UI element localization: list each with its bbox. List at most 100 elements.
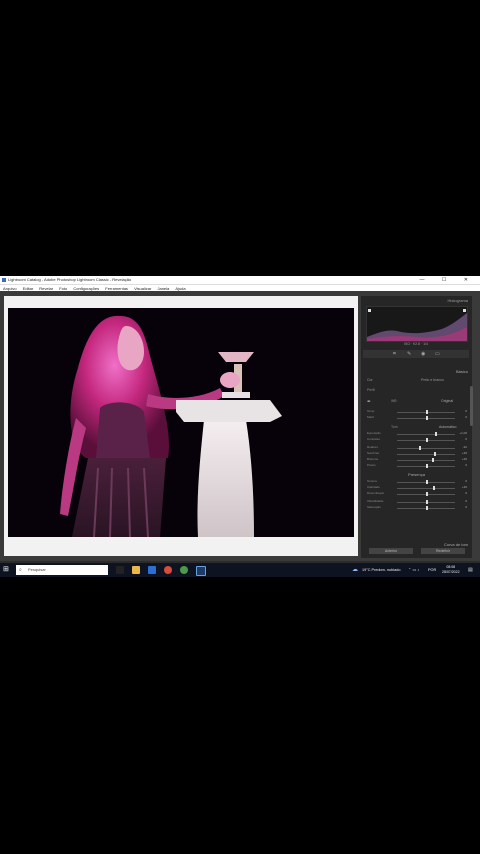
window-controls[interactable]: — ☐ ✕ xyxy=(420,276,476,284)
system-tray-icons[interactable]: ⌃ ▭ ♪ xyxy=(408,563,419,577)
slider-label: Desembaçar xyxy=(367,491,385,495)
slider-knob[interactable] xyxy=(426,438,428,442)
tool-strip[interactable]: ⌗ ✎ ◉ ▭ xyxy=(363,350,469,358)
treatment-color[interactable]: Cor xyxy=(367,378,373,382)
slider-knob[interactable] xyxy=(426,506,428,510)
panel-scrollbar[interactable] xyxy=(470,386,473,426)
slider-label: Brancos xyxy=(367,457,379,461)
treatment-bw[interactable]: Preto e branco xyxy=(421,378,444,382)
slider-knob[interactable] xyxy=(434,452,436,456)
slider-value[interactable]: +30 xyxy=(462,485,467,489)
crop-icon[interactable]: ⌗ xyxy=(393,351,396,357)
mail-icon[interactable] xyxy=(148,566,156,574)
slider-knob[interactable] xyxy=(435,432,437,436)
slider-value[interactable]: 0 xyxy=(465,415,467,419)
slider-row[interactable]: Vibratilidade 0 xyxy=(367,499,467,504)
window-title: Lightroom Catalog - Adobe Photoshop Ligh… xyxy=(8,277,132,282)
tone-curve-section-title[interactable]: Curva de tom xyxy=(361,542,472,547)
slider-value[interactable]: 0 xyxy=(465,437,467,441)
slider-knob[interactable] xyxy=(426,410,428,414)
slider-knob[interactable] xyxy=(426,416,428,420)
video-frame: { "window": { "title": "Lightroom Catalo… xyxy=(0,0,480,854)
slider-label: Saturação xyxy=(367,505,381,509)
profile-label: Perfil xyxy=(367,388,375,392)
presence-label: Presença xyxy=(408,472,425,477)
slider-value[interactable]: 0 xyxy=(465,479,467,483)
slider-knob[interactable] xyxy=(426,480,428,484)
slider-row[interactable]: Temp 0 xyxy=(367,409,467,414)
slider-row[interactable]: Saturação 0 xyxy=(367,505,467,510)
previous-button-label: Anterior xyxy=(384,549,398,553)
slider-knob[interactable] xyxy=(426,464,428,468)
lightroom-app-icon xyxy=(2,278,6,282)
eyedropper-icon[interactable]: ✒ xyxy=(367,399,371,405)
slider-value[interactable]: 0 xyxy=(465,505,467,509)
notifications-icon[interactable]: ▤ xyxy=(468,563,473,577)
desktop-screen: Lightroom Catalog - Adobe Photoshop Ligh… xyxy=(0,276,480,577)
spot-removal-icon[interactable]: ✎ xyxy=(407,351,411,357)
redeye-icon[interactable]: ◉ xyxy=(421,351,425,357)
slider-track[interactable] xyxy=(397,448,455,449)
slider-track[interactable] xyxy=(397,434,455,435)
basic-section-title[interactable]: Básico xyxy=(361,369,472,374)
auto-tone-button[interactable]: Automático xyxy=(439,425,457,429)
taskbar-search[interactable]: ⌕ Pesquisar xyxy=(16,565,108,575)
slider-row[interactable]: Contraste 0 xyxy=(367,437,467,442)
histogram-header[interactable]: Histograma xyxy=(361,296,472,305)
slider-track[interactable] xyxy=(397,488,455,489)
slider-row[interactable]: Brancos +26 xyxy=(367,457,467,462)
slider-row[interactable]: Matiz 0 xyxy=(367,415,467,420)
histogram-graph xyxy=(367,309,467,341)
slider-row[interactable]: Claridade +30 xyxy=(367,485,467,490)
slider-value[interactable]: 0 xyxy=(465,463,467,467)
slider-row[interactable]: Desembaçar 0 xyxy=(367,491,467,496)
slider-label: Contraste xyxy=(367,437,381,441)
slider-value[interactable]: -32 xyxy=(463,445,467,449)
photo-preview[interactable] xyxy=(8,308,354,537)
slider-knob[interactable] xyxy=(432,458,434,462)
wb-value[interactable]: Original xyxy=(441,399,453,403)
develop-right-panel: Histograma ISO · f/2.8 · 1/4 ⌗ ✎ ◉ ▭ Bás… xyxy=(361,296,472,558)
slider-track[interactable] xyxy=(397,460,455,461)
task-view-icon[interactable] xyxy=(116,566,124,574)
slider-track[interactable] xyxy=(397,454,455,455)
clock[interactable]: 08:08 28/07/2022 xyxy=(442,565,460,575)
slider-row[interactable]: Pretos 0 xyxy=(367,463,467,468)
slider-row[interactable]: Exposição +1,00 xyxy=(367,431,467,436)
lightroom-taskbar-icon[interactable] xyxy=(196,566,206,576)
slider-row[interactable]: Realces -32 xyxy=(367,445,467,450)
chrome-icon[interactable] xyxy=(164,566,172,574)
slider-label: Textura xyxy=(367,479,377,483)
slider-knob[interactable] xyxy=(433,486,435,490)
slider-value[interactable]: +26 xyxy=(462,457,467,461)
windows-taskbar: ⊞ ⌕ Pesquisar ☁ 19°C Predom. nublado ⌃ ▭… xyxy=(0,563,480,577)
reset-button[interactable]: Redefinir xyxy=(421,548,465,554)
search-icon: ⌕ xyxy=(19,567,22,573)
weather-text[interactable]: 19°C Predom. nublado xyxy=(362,563,400,577)
mask-icon[interactable]: ▭ xyxy=(435,351,440,357)
histogram-values: ISO · f/2.8 · 1/4 xyxy=(404,342,428,346)
previous-button[interactable]: Anterior xyxy=(369,548,413,554)
slider-value[interactable]: +1,00 xyxy=(459,431,467,435)
slider-value[interactable]: 0 xyxy=(465,491,467,495)
file-explorer-icon[interactable] xyxy=(132,566,140,574)
slider-label: Pretos xyxy=(367,463,376,467)
slider-label: Claridade xyxy=(367,485,380,489)
slider-value[interactable]: 0 xyxy=(465,409,467,413)
slider-row[interactable]: Textura 0 xyxy=(367,479,467,484)
slider-label: Temp xyxy=(367,409,375,413)
slider-label: Sombras xyxy=(367,451,380,455)
slider-value[interactable]: 0 xyxy=(465,499,467,503)
window-titlebar: Lightroom Catalog - Adobe Photoshop Ligh… xyxy=(0,276,480,284)
browser-icon[interactable] xyxy=(180,566,188,574)
slider-value[interactable]: +36 xyxy=(462,451,467,455)
slider-knob[interactable] xyxy=(426,492,428,496)
performer-photo xyxy=(8,308,354,537)
slider-knob[interactable] xyxy=(426,500,428,504)
slider-knob[interactable] xyxy=(419,446,421,450)
search-placeholder: Pesquisar xyxy=(28,567,46,572)
input-language[interactable]: POR xyxy=(428,563,436,577)
histogram xyxy=(366,306,468,342)
slider-row[interactable]: Sombras +36 xyxy=(367,451,467,456)
windows-start-icon[interactable]: ⊞ xyxy=(3,566,11,574)
